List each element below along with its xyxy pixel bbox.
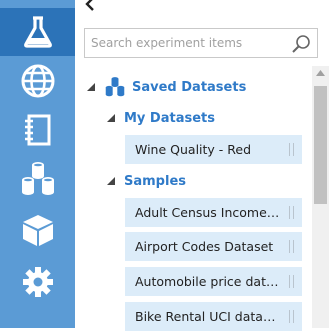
tree-node-my-datasets[interactable]: My Datasets [106, 108, 215, 128]
caret-expanded-icon[interactable] [106, 176, 116, 186]
scrollbar-thumb[interactable] [314, 86, 327, 204]
globe-icon [21, 64, 54, 98]
scroll-up-arrow-icon[interactable] [316, 70, 325, 76]
nav-trained-models[interactable] [0, 206, 75, 254]
cube-icon [22, 215, 53, 246]
dataset-item[interactable]: Adult Census Income Binary Classificatio… [125, 198, 302, 227]
dataset-item[interactable]: Airport Codes Dataset [125, 232, 302, 261]
nav-notebooks[interactable] [0, 106, 75, 154]
notebook-icon [24, 114, 50, 146]
tree-node-label: Samples [124, 173, 186, 189]
drag-handle-icon[interactable] [289, 143, 294, 156]
gear-icon [22, 267, 53, 297]
dataset-label: Automobile price data (Raw) [135, 274, 281, 289]
dataset-label: Adult Census Income Binary Classificatio… [135, 205, 281, 220]
drag-handle-icon[interactable] [289, 206, 294, 219]
caret-expanded-icon[interactable] [106, 113, 116, 123]
datasets-icon [21, 162, 54, 195]
tree-node-label: Saved Datasets [132, 79, 247, 95]
drag-handle-icon[interactable] [289, 310, 294, 323]
dataset-label: Airport Codes Dataset [135, 239, 274, 254]
flask-icon [23, 16, 52, 48]
search-box [84, 28, 318, 58]
left-nav-rail [0, 0, 75, 328]
search-icon[interactable] [291, 34, 311, 54]
dataset-item[interactable]: Bike Rental UCI dataset [125, 302, 302, 331]
dataset-item[interactable]: Automobile price data (Raw) [125, 267, 302, 296]
search-input[interactable] [91, 29, 287, 57]
chevron-left-icon[interactable] [83, 0, 97, 12]
tree-node-label: My Datasets [124, 110, 215, 126]
nav-experiments[interactable] [0, 8, 75, 56]
tree-node-samples[interactable]: Samples [106, 171, 186, 191]
tree-node-saved-datasets[interactable]: Saved Datasets [86, 77, 246, 97]
dataset-label: Wine Quality - Red [135, 142, 252, 157]
nav-web-services[interactable] [0, 57, 75, 105]
datasets-icon [105, 77, 125, 97]
drag-handle-icon[interactable] [289, 240, 294, 253]
scrollbar[interactable] [312, 66, 329, 328]
caret-expanded-icon[interactable] [86, 82, 96, 92]
dataset-item[interactable]: Wine Quality - Red [125, 135, 302, 164]
nav-settings[interactable] [0, 258, 75, 306]
drag-handle-icon[interactable] [289, 275, 294, 288]
nav-datasets[interactable] [0, 155, 75, 203]
dataset-label: Bike Rental UCI dataset [135, 309, 281, 324]
